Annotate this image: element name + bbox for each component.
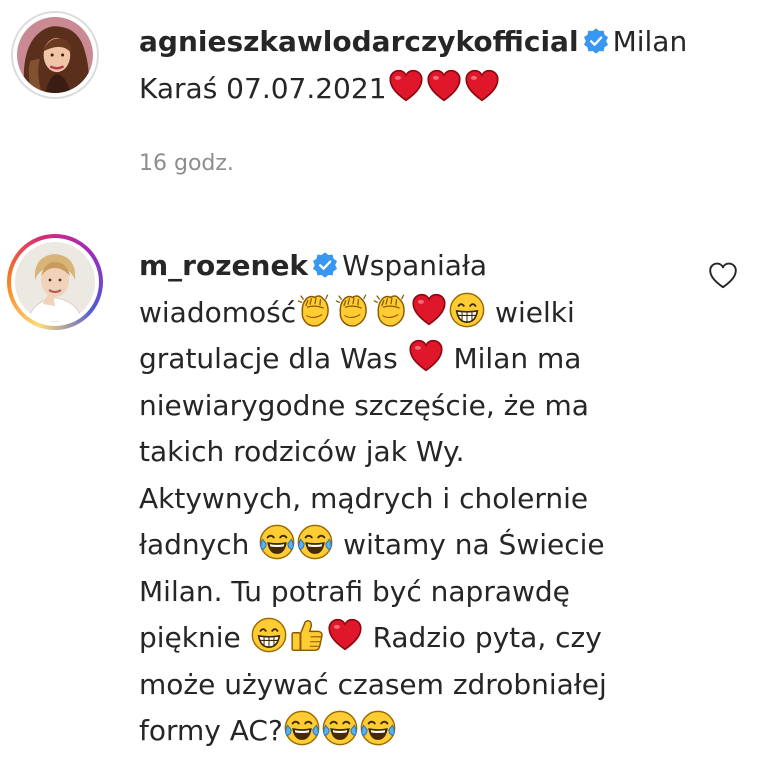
avatar[interactable] xyxy=(7,234,103,330)
tears-of-joy-emoji-icon xyxy=(360,710,396,746)
comment-body: agnieszkawlodarczykofficial Milan Karaś 0… xyxy=(139,19,687,112)
avatar-frame xyxy=(11,238,99,326)
verified-badge-icon xyxy=(312,252,338,278)
avatar[interactable] xyxy=(11,11,99,99)
comment-text: Karaś 07.07.2021 xyxy=(139,71,387,105)
comment-line: wiadomość wielki xyxy=(139,290,607,337)
comment-text: pięknie xyxy=(139,621,241,654)
tears-of-joy-emoji-icon xyxy=(259,524,295,560)
comment-text: Wspaniała xyxy=(342,249,488,282)
clapping-hands-emoji-icon xyxy=(335,292,371,328)
comment-line: takich rodziców jak Wy. xyxy=(139,429,607,476)
comment-text: formy AC? xyxy=(139,714,283,747)
comment-text: niewiarygodne szczęście, że ma xyxy=(139,388,589,422)
heart-emoji-icon xyxy=(464,68,500,104)
comment-text: ładnych xyxy=(139,528,250,561)
comment-text: takich rodziców jak Wy. xyxy=(139,435,465,468)
comment-line: ładnych witamy na Świecie xyxy=(139,522,607,569)
comment-text: wiadomość xyxy=(139,295,297,329)
comment-line: pięknie Radzio pyta, czy xyxy=(139,615,607,662)
avatar-photo xyxy=(17,17,93,93)
tears-of-joy-emoji-icon xyxy=(297,524,333,560)
comment-line: Aktywnych, mądrych i cholernie xyxy=(139,476,607,523)
woman-portrait-icon xyxy=(15,242,95,322)
comment-text: wielki xyxy=(495,295,575,329)
comment-line: Milan. Tu potrafi być naprawdę xyxy=(139,569,607,616)
clapping-hands-emoji-icon xyxy=(297,292,333,328)
comment-line: m_rozenek Wspaniała xyxy=(139,243,607,290)
heart-outline-icon xyxy=(707,260,739,292)
heart-emoji-icon xyxy=(426,68,462,104)
heart-emoji-icon xyxy=(408,338,444,374)
tears-of-joy-emoji-icon xyxy=(322,710,358,746)
comment-username[interactable]: agnieszkawlodarczykofficial xyxy=(139,25,579,58)
comment-line: gratulacje dla Was Milan ma xyxy=(139,336,607,383)
avatar-frame xyxy=(13,13,97,97)
comment-line: może używać czasem zdrobniałej xyxy=(139,662,607,709)
comment-text: Radzio pyta, czy xyxy=(372,621,602,654)
comment-text: Aktywnych, mądrych i cholernie xyxy=(139,481,589,515)
clapping-hands-emoji-icon xyxy=(373,292,409,328)
comment-text: Milan. Tu potrafi być naprawdę xyxy=(139,574,570,608)
comment-text: witamy na Świecie xyxy=(343,528,605,561)
avatar-photo xyxy=(15,242,95,322)
comment-text: może używać czasem zdrobniałej xyxy=(139,667,607,701)
thumbs-up-emoji-icon xyxy=(289,617,325,653)
grinning-face-emoji-icon xyxy=(449,292,485,328)
heart-emoji-icon xyxy=(388,68,424,104)
verified-badge-icon xyxy=(583,28,609,54)
heart-emoji-icon xyxy=(411,292,447,328)
comment-timestamp[interactable]: 16 godz. xyxy=(139,151,234,176)
comment-line: formy AC? xyxy=(139,708,607,755)
comment-text: Milan ma xyxy=(453,342,582,375)
comment-line: niewiarygodne szczęście, że ma xyxy=(139,383,607,430)
comment-text: Milan xyxy=(612,25,688,58)
comment-body: m_rozenek Wspaniała wiadomość wielki grat… xyxy=(139,243,607,755)
comment-username[interactable]: m_rozenek xyxy=(139,249,308,282)
heart-emoji-icon xyxy=(327,617,363,653)
tears-of-joy-emoji-icon xyxy=(284,710,320,746)
woman-portrait-icon xyxy=(17,17,93,93)
comment-line: agnieszkawlodarczykofficial Milan xyxy=(139,19,687,66)
like-comment-button[interactable] xyxy=(707,260,739,292)
comment-text: gratulacje dla Was xyxy=(139,342,398,375)
comment-line: Karaś 07.07.2021 xyxy=(139,66,687,113)
grinning-face-emoji-icon xyxy=(251,617,287,653)
